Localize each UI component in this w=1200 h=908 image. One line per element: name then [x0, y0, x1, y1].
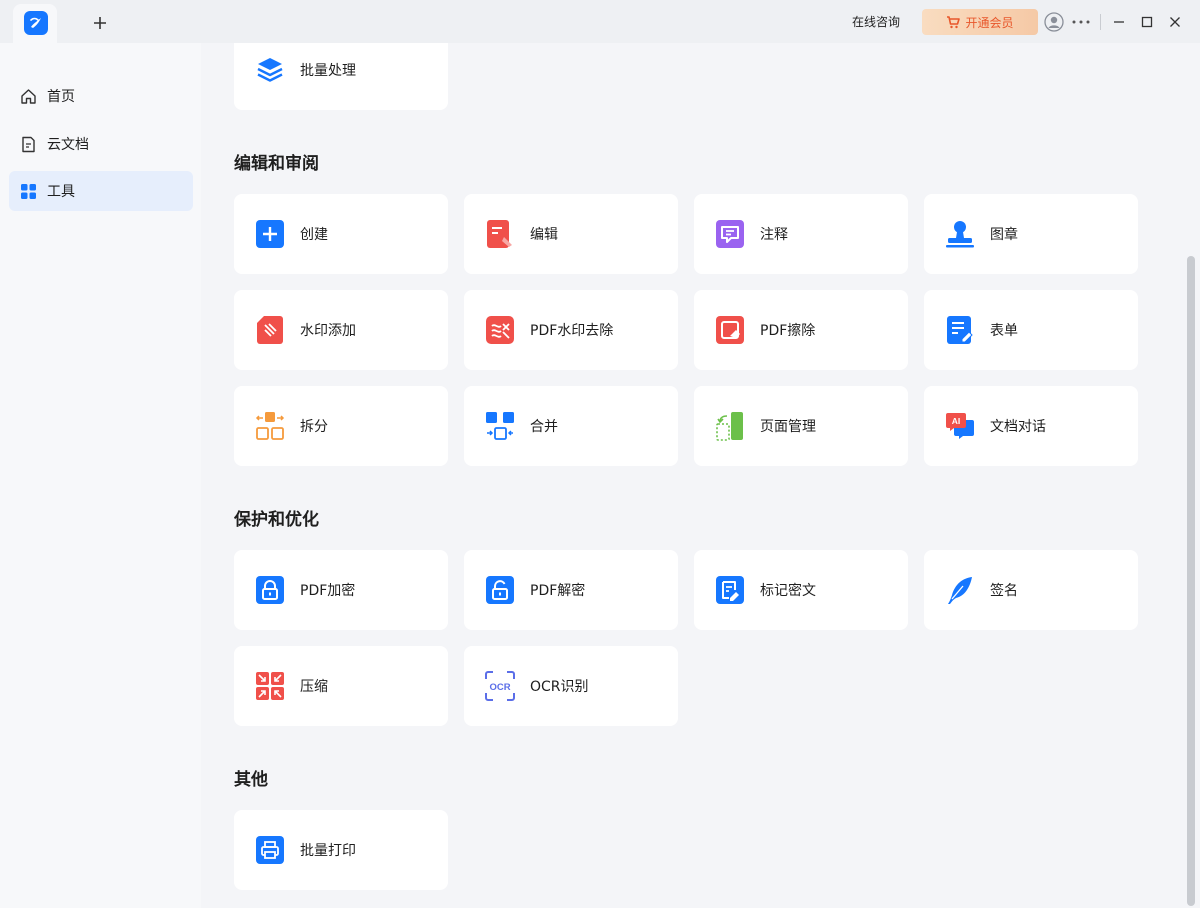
- ocr-icon: OCR: [485, 671, 515, 701]
- sidebar: 首页 云文档 工具: [0, 43, 201, 908]
- edit-doc-icon: [485, 219, 515, 249]
- tool-card-label: PDF水印去除: [530, 323, 614, 339]
- tool-card-watermark-add[interactable]: 水印添加: [234, 290, 448, 370]
- plus-icon: [94, 17, 106, 29]
- tool-card-create[interactable]: 创建: [234, 194, 448, 274]
- plus-icon: [255, 219, 285, 249]
- tool-card-label: 文档对话: [990, 419, 1046, 435]
- tool-card-label: 图章: [990, 227, 1018, 243]
- tool-card-label: 标记密文: [760, 583, 816, 599]
- tool-card-label: PDF擦除: [760, 323, 816, 339]
- more-icon: [1072, 20, 1090, 24]
- lock-icon: [255, 575, 285, 605]
- section-title-protect-optimize: 保护和优化: [234, 510, 319, 530]
- tool-card-label: PDF加密: [300, 583, 356, 599]
- titlebar-divider: [1100, 14, 1101, 30]
- tool-card-label: 合并: [530, 419, 558, 435]
- tool-card-edit[interactable]: 编辑: [464, 194, 678, 274]
- close-icon: [1170, 17, 1180, 27]
- unlock-icon: [485, 575, 515, 605]
- scrollbar-thumb[interactable]: [1187, 256, 1195, 906]
- tool-card-label: 拆分: [300, 419, 328, 435]
- tool-card-label: 水印添加: [300, 323, 356, 339]
- tool-card-split[interactable]: 拆分: [234, 386, 448, 466]
- tool-card-redact[interactable]: 标记密文: [694, 550, 908, 630]
- tool-card-label: 签名: [990, 583, 1018, 599]
- tool-card-stamp[interactable]: 图章: [924, 194, 1138, 274]
- app-logo-icon: [30, 17, 41, 28]
- sidebar-item-tools[interactable]: 工具: [9, 171, 193, 211]
- split-icon: [255, 411, 285, 441]
- title-bar: 在线咨询 开通会员: [0, 0, 1200, 43]
- sidebar-item-home[interactable]: 首页: [9, 76, 193, 116]
- maximize-button[interactable]: [1136, 11, 1158, 33]
- feather-icon: [945, 575, 975, 605]
- tool-card-batch-print[interactable]: 批量打印: [234, 810, 448, 890]
- ai-badge-text: AI: [952, 416, 961, 426]
- tool-card-form[interactable]: 表单: [924, 290, 1138, 370]
- tool-card-compress[interactable]: 压缩: [234, 646, 448, 726]
- section-title-other: 其他: [234, 770, 268, 790]
- tool-card-pdf-erase[interactable]: PDF擦除: [694, 290, 908, 370]
- tool-card-pdf-decrypt[interactable]: PDF解密: [464, 550, 678, 630]
- stamp-icon: [945, 219, 975, 249]
- tool-card-label: 创建: [300, 227, 328, 243]
- home-icon: [21, 88, 36, 104]
- tool-card-label: 批量处理: [300, 63, 356, 79]
- tool-card-label: 注释: [760, 227, 788, 243]
- watermark-remove-icon: [485, 315, 515, 345]
- app-logo: [24, 11, 48, 35]
- ocr-badge-text: OCR: [489, 682, 510, 693]
- tool-card-label: 编辑: [530, 227, 558, 243]
- new-tab-button[interactable]: [89, 12, 111, 34]
- vip-button-label: 开通会员: [965, 15, 1014, 30]
- sidebar-item-label: 首页: [47, 89, 75, 105]
- cart-icon: [947, 15, 961, 28]
- tool-card-batch-process[interactable]: 批量处理: [234, 43, 448, 110]
- grid-icon: [21, 183, 36, 199]
- printer-icon: [255, 835, 285, 865]
- tool-card-signature[interactable]: 签名: [924, 550, 1138, 630]
- user-avatar-button[interactable]: [1043, 11, 1065, 33]
- tool-card-doc-chat[interactable]: AI 文档对话: [924, 386, 1138, 466]
- tool-card-annotate[interactable]: 注释: [694, 194, 908, 274]
- sidebar-item-cloud-docs[interactable]: 云文档: [9, 124, 193, 164]
- tool-card-label: 表单: [990, 323, 1018, 339]
- sidebar-item-label: 云文档: [47, 137, 89, 153]
- sidebar-item-label: 工具: [47, 184, 75, 200]
- minimize-button[interactable]: [1108, 11, 1130, 33]
- form-icon: [945, 315, 975, 345]
- tools-panel: 批量处理 编辑和审阅 创建 编辑 注释 图章 水印添加 PDF水印去除 PDF擦…: [201, 43, 1200, 908]
- maximize-icon: [1141, 16, 1153, 28]
- minimize-icon: [1114, 21, 1124, 23]
- tool-card-label: 压缩: [300, 679, 328, 695]
- tool-card-merge[interactable]: 合并: [464, 386, 678, 466]
- watermark-add-icon: [255, 315, 285, 345]
- comment-icon: [715, 219, 745, 249]
- tool-card-ocr[interactable]: OCR OCR识别: [464, 646, 678, 726]
- tool-card-label: 页面管理: [760, 419, 816, 435]
- section-title-edit-review: 编辑和审阅: [234, 154, 319, 174]
- avatar-icon: [1044, 12, 1064, 32]
- ai-chat-icon: AI: [945, 411, 975, 441]
- compress-icon: [255, 671, 285, 701]
- layers-icon: [255, 55, 285, 85]
- tool-card-page-manage[interactable]: 页面管理: [694, 386, 908, 466]
- cloud-doc-icon: [22, 136, 35, 152]
- online-consult-link[interactable]: 在线咨询: [852, 13, 900, 30]
- close-button[interactable]: [1164, 11, 1186, 33]
- more-menu-button[interactable]: [1070, 11, 1092, 33]
- page-manage-icon: [715, 411, 745, 441]
- tool-card-label: 批量打印: [300, 843, 356, 859]
- vip-button[interactable]: 开通会员: [922, 9, 1038, 35]
- eraser-icon: [715, 315, 745, 345]
- redact-icon: [715, 575, 745, 605]
- merge-icon: [485, 411, 515, 441]
- tool-card-label: OCR识别: [530, 679, 589, 695]
- tool-card-label: PDF解密: [530, 583, 586, 599]
- tool-card-watermark-remove[interactable]: PDF水印去除: [464, 290, 678, 370]
- tool-card-pdf-encrypt[interactable]: PDF加密: [234, 550, 448, 630]
